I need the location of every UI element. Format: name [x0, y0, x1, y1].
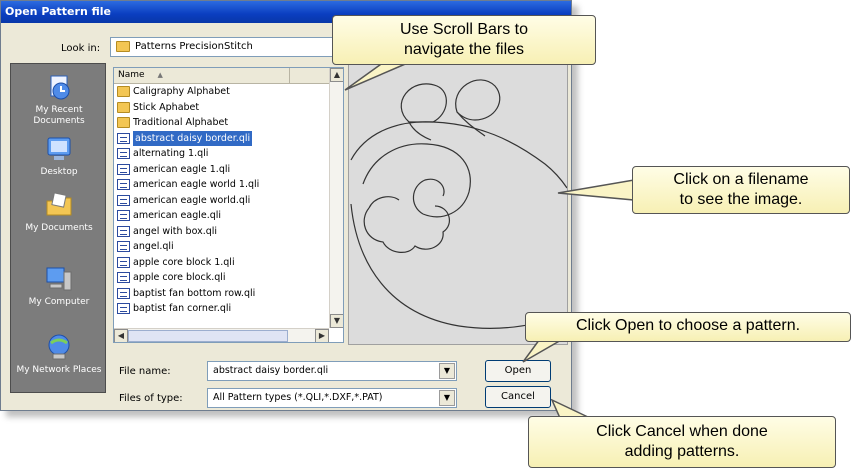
cancel-callout: Click Cancel when done adding patterns.	[528, 416, 836, 468]
filename-callout: Click on a filename to see the image.	[632, 166, 850, 214]
callout-line: navigate the files	[403, 41, 525, 58]
scroll-callout: Use Scroll Bars to navigate the files	[332, 15, 596, 65]
callout-line: Click Cancel when done	[596, 423, 768, 440]
callout-line: Click Open to choose a pattern.	[575, 317, 801, 334]
scroll-callout-pointer	[344, 61, 411, 91]
callout-line: to see the image.	[679, 191, 803, 208]
callout-line: adding patterns.	[624, 443, 740, 460]
callout-pointers	[344, 61, 635, 419]
callout-line: Click on a filename	[673, 171, 809, 188]
open-callout: Click Open to choose a pattern.	[525, 312, 851, 342]
filename-callout-pointer	[557, 179, 635, 201]
callout-line: Use Scroll Bars to	[399, 21, 529, 38]
